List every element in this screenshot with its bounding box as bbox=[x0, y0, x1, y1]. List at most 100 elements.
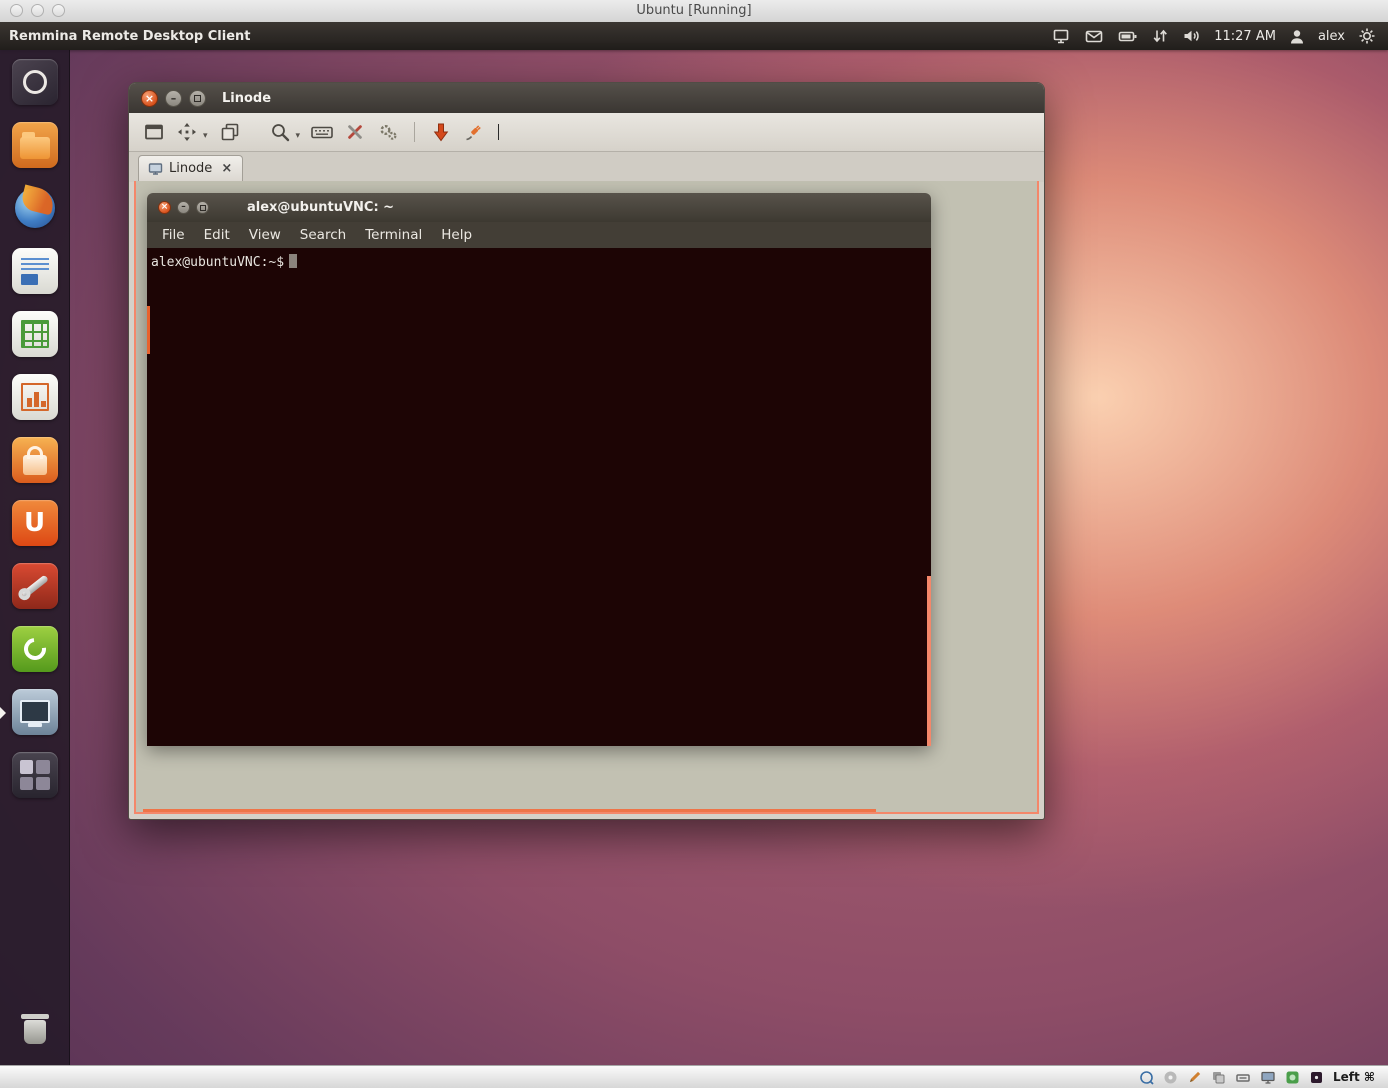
screenshot-download-button[interactable] bbox=[426, 118, 456, 146]
software-updater-icon bbox=[12, 626, 58, 672]
close-icon: × bbox=[161, 203, 169, 212]
running-indicator-arrow bbox=[0, 707, 6, 719]
ubuntu-top-panel: Remmina Remote Desktop Client 11:27 AM bbox=[0, 22, 1388, 50]
panel-app-title: Remmina Remote Desktop Client bbox=[0, 29, 251, 44]
launcher-item-software-updater[interactable] bbox=[0, 626, 70, 674]
duplicate-connection-button[interactable] bbox=[215, 118, 245, 146]
tab-connection-icon bbox=[148, 161, 163, 176]
pan-tool-button[interactable] bbox=[172, 118, 202, 146]
remmina-tabbar: Linode × bbox=[129, 152, 1044, 182]
tab-linode[interactable]: Linode × bbox=[138, 155, 243, 182]
zoom-dropdown-caret[interactable]: ▾ bbox=[296, 131, 301, 141]
terminal-window[interactable]: × – alex@ubuntuVNC: ~ File Edit View Sea… bbox=[147, 193, 931, 746]
menu-terminal[interactable]: Terminal bbox=[365, 227, 422, 243]
launcher-item-workspace-switcher[interactable] bbox=[0, 752, 70, 800]
viewport-artifact-left bbox=[147, 306, 150, 354]
vbox-statusbar: Left ⌘ bbox=[0, 1065, 1388, 1088]
maximize-icon bbox=[200, 205, 206, 211]
zoom-button[interactable] bbox=[265, 118, 295, 146]
terminal-minimize-button[interactable]: – bbox=[177, 201, 190, 214]
preferences-button[interactable] bbox=[373, 118, 403, 146]
launcher-item-writer[interactable] bbox=[0, 248, 70, 296]
remmina-toolbar: ▾ ▾ bbox=[129, 113, 1044, 152]
hdd-status-icon[interactable] bbox=[1139, 1070, 1154, 1085]
remote-desktop-indicator-icon[interactable] bbox=[1052, 27, 1071, 45]
launcher-item-dash[interactable] bbox=[0, 59, 70, 107]
session-username[interactable]: alex bbox=[1318, 29, 1345, 44]
ubuntu-dash-icon bbox=[12, 59, 58, 105]
window-maximize-button[interactable] bbox=[189, 90, 206, 107]
tab-label: Linode bbox=[169, 161, 212, 176]
viewport-artifact-right bbox=[927, 576, 931, 746]
trash-icon bbox=[12, 1005, 58, 1051]
remmina-titlebar[interactable]: × – Linode bbox=[129, 83, 1044, 113]
window-close-button[interactable]: × bbox=[141, 90, 158, 107]
launcher-item-firefox[interactable] bbox=[0, 185, 70, 233]
minimize-icon: – bbox=[181, 203, 186, 212]
screen: Ubuntu [Running] Remmina Remote Desktop … bbox=[0, 0, 1388, 1088]
shell-prompt: alex@ubuntuVNC:~$ bbox=[151, 255, 284, 270]
maximize-icon bbox=[194, 95, 201, 102]
cd-status-icon[interactable] bbox=[1163, 1070, 1178, 1085]
fullscreen-button[interactable] bbox=[139, 118, 169, 146]
terminal-close-button[interactable]: × bbox=[158, 201, 171, 214]
keyboard-grab-button[interactable] bbox=[307, 118, 337, 146]
workspace-switcher-icon bbox=[12, 752, 58, 798]
terminal-cursor bbox=[289, 254, 297, 268]
close-icon: × bbox=[145, 93, 154, 104]
display-status-icon[interactable] bbox=[1260, 1070, 1276, 1085]
launcher-item-ubuntu-one[interactable]: U bbox=[0, 500, 70, 548]
launcher-item-trash[interactable] bbox=[0, 1005, 70, 1053]
files-folder-icon bbox=[12, 122, 58, 168]
virtualization-status-icon[interactable] bbox=[1285, 1070, 1300, 1085]
host-titlebar: Ubuntu [Running] bbox=[0, 0, 1388, 23]
volume-indicator-icon[interactable] bbox=[1182, 27, 1201, 45]
shared-folders-status-icon[interactable] bbox=[1211, 1070, 1226, 1085]
menu-search[interactable]: Search bbox=[300, 227, 346, 243]
launcher-item-software-center[interactable] bbox=[0, 437, 70, 485]
terminal-menubar: File Edit View Search Terminal Help bbox=[147, 222, 931, 248]
viewport-bottom-line bbox=[143, 809, 876, 812]
system-settings-icon bbox=[12, 563, 58, 609]
network-status-icon[interactable] bbox=[1235, 1070, 1251, 1085]
minimize-icon: – bbox=[171, 93, 177, 104]
terminal-titlebar[interactable]: × – alex@ubuntuVNC: ~ bbox=[147, 193, 931, 222]
launcher-item-system-settings[interactable] bbox=[0, 563, 70, 611]
mouse-capture-status-icon[interactable] bbox=[1309, 1070, 1324, 1085]
terminal-output[interactable]: alex@ubuntuVNC:~$ bbox=[147, 248, 931, 746]
toolbar-separator bbox=[414, 122, 415, 142]
pan-dropdown-caret[interactable]: ▾ bbox=[203, 131, 208, 141]
disconnect-button[interactable] bbox=[459, 118, 489, 146]
connection-tools-button[interactable] bbox=[340, 118, 370, 146]
window-minimize-button[interactable]: – bbox=[165, 90, 182, 107]
pencil-status-icon[interactable] bbox=[1187, 1070, 1202, 1085]
clock[interactable]: 11:27 AM bbox=[1214, 29, 1276, 44]
window-title: Linode bbox=[222, 91, 271, 106]
libreoffice-impress-icon bbox=[12, 374, 58, 420]
menu-view[interactable]: View bbox=[249, 227, 281, 243]
host-key-indicator: Left ⌘ bbox=[1333, 1070, 1375, 1084]
sync-indicator-icon[interactable] bbox=[1151, 27, 1169, 45]
terminal-maximize-button[interactable] bbox=[196, 201, 209, 214]
vm-display: Remmina Remote Desktop Client 11:27 AM bbox=[0, 22, 1388, 1065]
gear-icon[interactable] bbox=[1358, 27, 1376, 45]
remmina-window: × – Linode ▾ ▾ bbox=[128, 82, 1045, 820]
battery-indicator-icon[interactable] bbox=[1117, 27, 1138, 45]
launcher-item-calc[interactable] bbox=[0, 311, 70, 359]
tab-close-icon[interactable]: × bbox=[221, 161, 232, 176]
menu-edit[interactable]: Edit bbox=[204, 227, 230, 243]
text-caret bbox=[498, 124, 499, 140]
panel-indicators: 11:27 AM alex bbox=[1052, 27, 1388, 45]
remote-desktop-viewport[interactable]: × – alex@ubuntuVNC: ~ File Edit View Sea… bbox=[134, 181, 1039, 814]
mail-indicator-icon[interactable] bbox=[1084, 27, 1104, 45]
launcher-item-remmina[interactable] bbox=[0, 689, 70, 737]
unity-launcher: U bbox=[0, 50, 70, 1065]
user-icon bbox=[1289, 28, 1305, 45]
launcher-item-files[interactable] bbox=[0, 122, 70, 170]
terminal-title: alex@ubuntuVNC: ~ bbox=[247, 200, 394, 215]
launcher-item-impress[interactable] bbox=[0, 374, 70, 422]
libreoffice-writer-icon bbox=[12, 248, 58, 294]
menu-file[interactable]: File bbox=[162, 227, 185, 243]
menu-help[interactable]: Help bbox=[441, 227, 472, 243]
ubuntu-one-icon: U bbox=[12, 500, 58, 546]
